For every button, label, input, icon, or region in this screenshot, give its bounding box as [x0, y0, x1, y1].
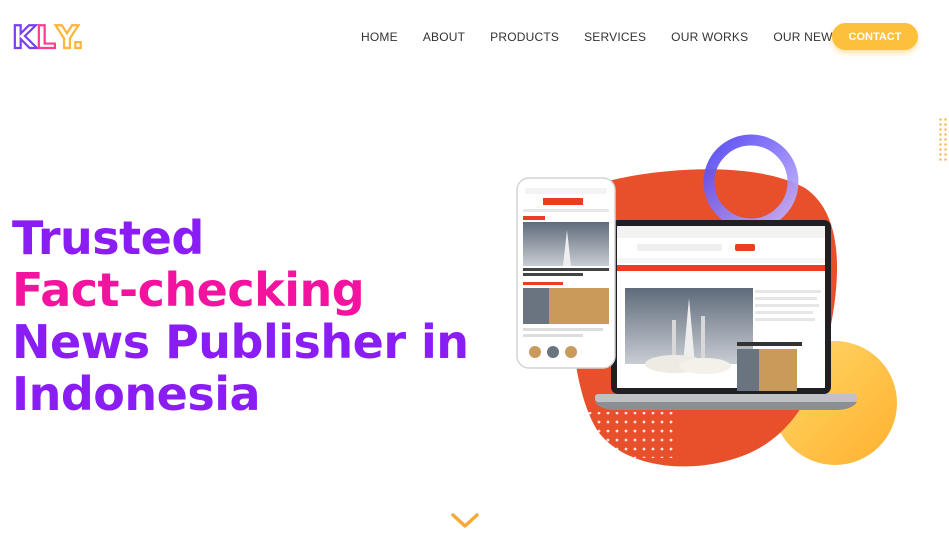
nav-services[interactable]: SERVICES — [584, 30, 646, 44]
hero-device-illustration — [516, 134, 897, 467]
nav-products[interactable]: PRODUCTS — [490, 30, 559, 44]
headline-line-1: Trusted — [12, 211, 204, 265]
nav-about[interactable]: ABOUT — [423, 30, 465, 44]
logo-letter-l: L — [35, 19, 57, 57]
main-nav: HOME ABOUT PRODUCTS SERVICES OUR WORKS O… — [361, 30, 866, 44]
chevron-down-icon[interactable] — [449, 510, 481, 532]
headline-line-3: News Publisher in — [12, 315, 469, 369]
contact-button[interactable]: CONTACT — [832, 23, 918, 50]
phone-mockup — [516, 177, 616, 369]
logo-letter-y: Y. — [55, 19, 85, 57]
nav-our-works[interactable]: OUR WORKS — [671, 30, 748, 44]
nav-our-news[interactable]: OUR NEWS — [773, 30, 841, 44]
decorative-dots — [938, 117, 948, 163]
logo-letter-k: K — [11, 19, 37, 57]
laptop-mockup — [595, 220, 857, 410]
headline-line-2: Fact-checking — [12, 263, 365, 317]
nav-home[interactable]: HOME — [361, 30, 398, 44]
headline-line-4: Indonesia — [12, 367, 261, 421]
kly-logo[interactable]: K L Y. — [11, 19, 85, 57]
hero-headline: Trusted Fact-checking News Publisher in … — [12, 212, 469, 420]
